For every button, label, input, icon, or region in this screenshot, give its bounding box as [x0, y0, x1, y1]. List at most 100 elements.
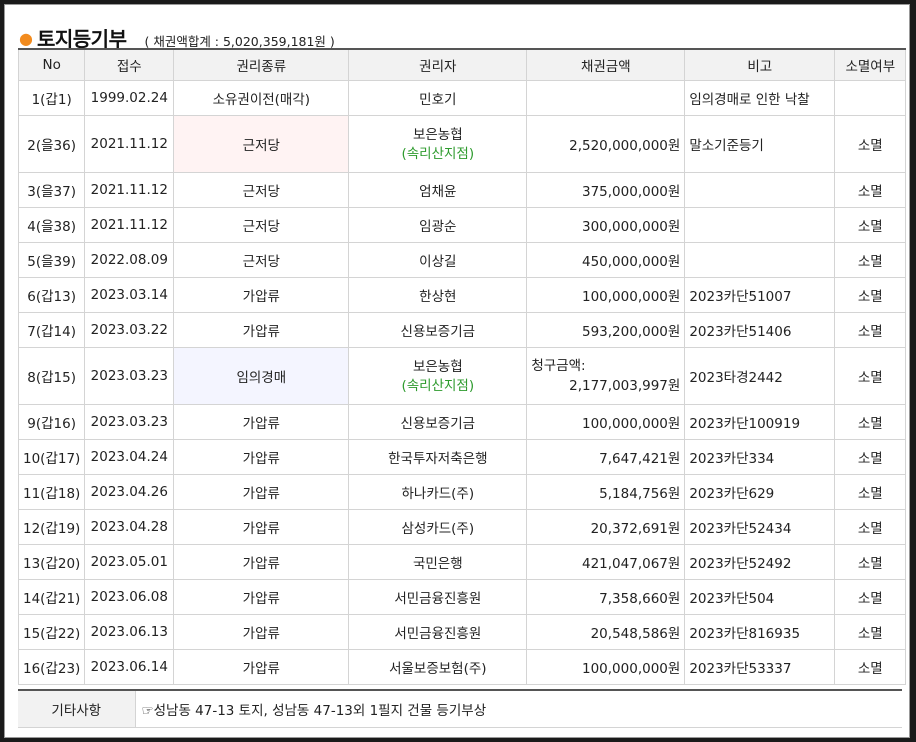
- cell-type: 가압류: [173, 649, 350, 685]
- cell-holder: 신용보증기금: [348, 404, 528, 440]
- cell-status: 소멸: [834, 277, 907, 313]
- cell-no: 16(갑23): [17, 649, 86, 685]
- table-header-row: No 접수 권리종류 권리자 채권금액 비고 소멸여부: [17, 48, 907, 81]
- cell-amount: [526, 80, 686, 116]
- col-header-type: 권리종류: [173, 48, 350, 81]
- cell-no: 12(갑19): [17, 509, 86, 545]
- cell-holder: 하나카드(주): [348, 474, 528, 510]
- cell-date: 2023.04.26: [84, 474, 175, 510]
- cell-status: 소멸: [834, 439, 907, 475]
- cell-amount: 100,000,000원: [526, 649, 686, 685]
- cell-note: 2023카단51007: [684, 277, 836, 313]
- etc-table: 기타사항 ☞성남동 47-13 토지, 성남동 47-13외 1필지 건물 등기…: [18, 689, 902, 728]
- cell-no: 9(갑16): [17, 404, 86, 440]
- cell-status: 소멸: [834, 404, 907, 440]
- cell-status: 소멸: [834, 474, 907, 510]
- cell-holder: 신용보증기금: [348, 312, 528, 348]
- table-row: 1(갑1) 1999.02.24 소유권이전(매각) 민호기 임의경매로 인한 …: [17, 80, 907, 116]
- cell-note: 2023카단504: [684, 579, 836, 615]
- cell-no: 1(갑1): [17, 80, 86, 116]
- cell-note: 2023카단52492: [684, 544, 836, 580]
- table-row: 3(을37) 2021.11.12 근저당 엄채윤 375,000,000원 소…: [17, 172, 907, 208]
- cell-note: [684, 207, 836, 243]
- cell-date: 2021.11.12: [84, 115, 175, 173]
- cell-type: 소유권이전(매각): [173, 80, 350, 116]
- cell-type: 임의경매: [173, 347, 350, 405]
- cell-note: 2023카단334: [684, 439, 836, 475]
- table-row: 9(갑16) 2023.03.23 가압류 신용보증기금 100,000,000…: [17, 404, 907, 440]
- col-header-no: No: [17, 48, 86, 81]
- cell-amount: 청구금액: 2,177,003,997원: [526, 347, 686, 405]
- cell-no: 15(갑22): [17, 614, 86, 650]
- table-row: 12(갑19) 2023.04.28 가압류 삼성카드(주) 20,372,69…: [17, 509, 907, 545]
- cell-note: [684, 242, 836, 278]
- cell-type: 가압류: [173, 509, 350, 545]
- claim-amount-value: 2,177,003,997원: [569, 378, 681, 394]
- cell-date: 2023.05.01: [84, 544, 175, 580]
- cell-note: 2023카단52434: [684, 509, 836, 545]
- table-row: 10(갑17) 2023.04.24 가압류 한국투자저축은행 7,647,42…: [17, 439, 907, 475]
- cell-note: [684, 172, 836, 208]
- etc-label: 기타사항: [18, 689, 136, 728]
- cell-type: 가압류: [173, 579, 350, 615]
- cell-note: 2023카단629: [684, 474, 836, 510]
- cell-holder: 한상현: [348, 277, 528, 313]
- cell-status: 소멸: [834, 509, 907, 545]
- cell-date: 2023.04.24: [84, 439, 175, 475]
- cell-status: 소멸: [834, 172, 907, 208]
- cell-date: 1999.02.24: [84, 80, 175, 116]
- cell-no: 3(을37): [17, 172, 86, 208]
- table-row: 16(갑23) 2023.06.14 가압류 서울보증보험(주) 100,000…: [17, 649, 907, 685]
- cell-amount: 100,000,000원: [526, 404, 686, 440]
- cell-holder: 보은농협 (속리산지점): [348, 347, 528, 405]
- cell-amount: 375,000,000원: [526, 172, 686, 208]
- cell-note: 2023카단100919: [684, 404, 836, 440]
- etc-row: 기타사항 ☞성남동 47-13 토지, 성남동 47-13외 1필지 건물 등기…: [18, 689, 902, 728]
- cell-date: 2021.11.12: [84, 172, 175, 208]
- cell-status: 소멸: [834, 347, 907, 405]
- cell-type: 근저당: [173, 242, 350, 278]
- section-header: ● 토지등기부 ( 채권액합계 : 5,020,359,181원 ): [19, 23, 335, 51]
- table-row: 13(갑20) 2023.05.01 가압류 국민은행 421,047,067원…: [17, 544, 907, 580]
- cell-date: 2023.04.28: [84, 509, 175, 545]
- cell-amount: 20,548,586원: [526, 614, 686, 650]
- bullet-dot-icon: ●: [19, 29, 33, 48]
- cell-amount: 20,372,691원: [526, 509, 686, 545]
- holder-name: 보은농협: [412, 127, 463, 143]
- cell-no: 10(갑17): [17, 439, 86, 475]
- cell-holder: 한국투자저축은행: [348, 439, 528, 475]
- col-header-date: 접수: [84, 48, 175, 81]
- table-row: 7(갑14) 2023.03.22 가압류 신용보증기금 593,200,000…: [17, 312, 907, 348]
- cell-status: 소멸: [834, 614, 907, 650]
- cell-holder: 서민금융진흥원: [348, 579, 528, 615]
- table-row: 11(갑18) 2023.04.26 가압류 하나카드(주) 5,184,756…: [17, 474, 907, 510]
- cell-date: 2023.06.08: [84, 579, 175, 615]
- etc-text: ☞성남동 47-13 토지, 성남동 47-13외 1필지 건물 등기부상: [135, 689, 902, 728]
- table-row: 5(을39) 2022.08.09 근저당 이상길 450,000,000원 소…: [17, 242, 907, 278]
- cell-type: 근저당: [173, 207, 350, 243]
- cell-type: 근저당: [173, 115, 350, 173]
- cell-holder: 임광순: [348, 207, 528, 243]
- cell-no: 8(갑15): [17, 347, 86, 405]
- cell-status: 소멸: [834, 544, 907, 580]
- cell-holder: 민호기: [348, 80, 528, 116]
- cell-status: 소멸: [834, 649, 907, 685]
- table-row: 2(을36) 2021.11.12 근저당 보은농협 (속리산지점) 2,520…: [17, 115, 907, 173]
- cell-status: 소멸: [834, 312, 907, 348]
- cell-status: 소멸: [834, 579, 907, 615]
- col-header-holder: 권리자: [348, 48, 528, 81]
- cell-type: 가압류: [173, 312, 350, 348]
- cell-no: 6(갑13): [17, 277, 86, 313]
- cell-no: 14(갑21): [17, 579, 86, 615]
- cell-type: 가압류: [173, 404, 350, 440]
- cell-holder: 엄채윤: [348, 172, 528, 208]
- table-row: 4(을38) 2021.11.12 근저당 임광순 300,000,000원 소…: [17, 207, 907, 243]
- col-header-status: 소멸여부: [834, 48, 907, 81]
- cell-date: 2023.06.13: [84, 614, 175, 650]
- cell-type: 가압류: [173, 439, 350, 475]
- cell-note: 2023카단816935: [684, 614, 836, 650]
- cell-status: 소멸: [834, 207, 907, 243]
- table-row: 14(갑21) 2023.06.08 가압류 서민금융진흥원 7,358,660…: [17, 579, 907, 615]
- cell-type: 가압류: [173, 614, 350, 650]
- cell-holder: 이상길: [348, 242, 528, 278]
